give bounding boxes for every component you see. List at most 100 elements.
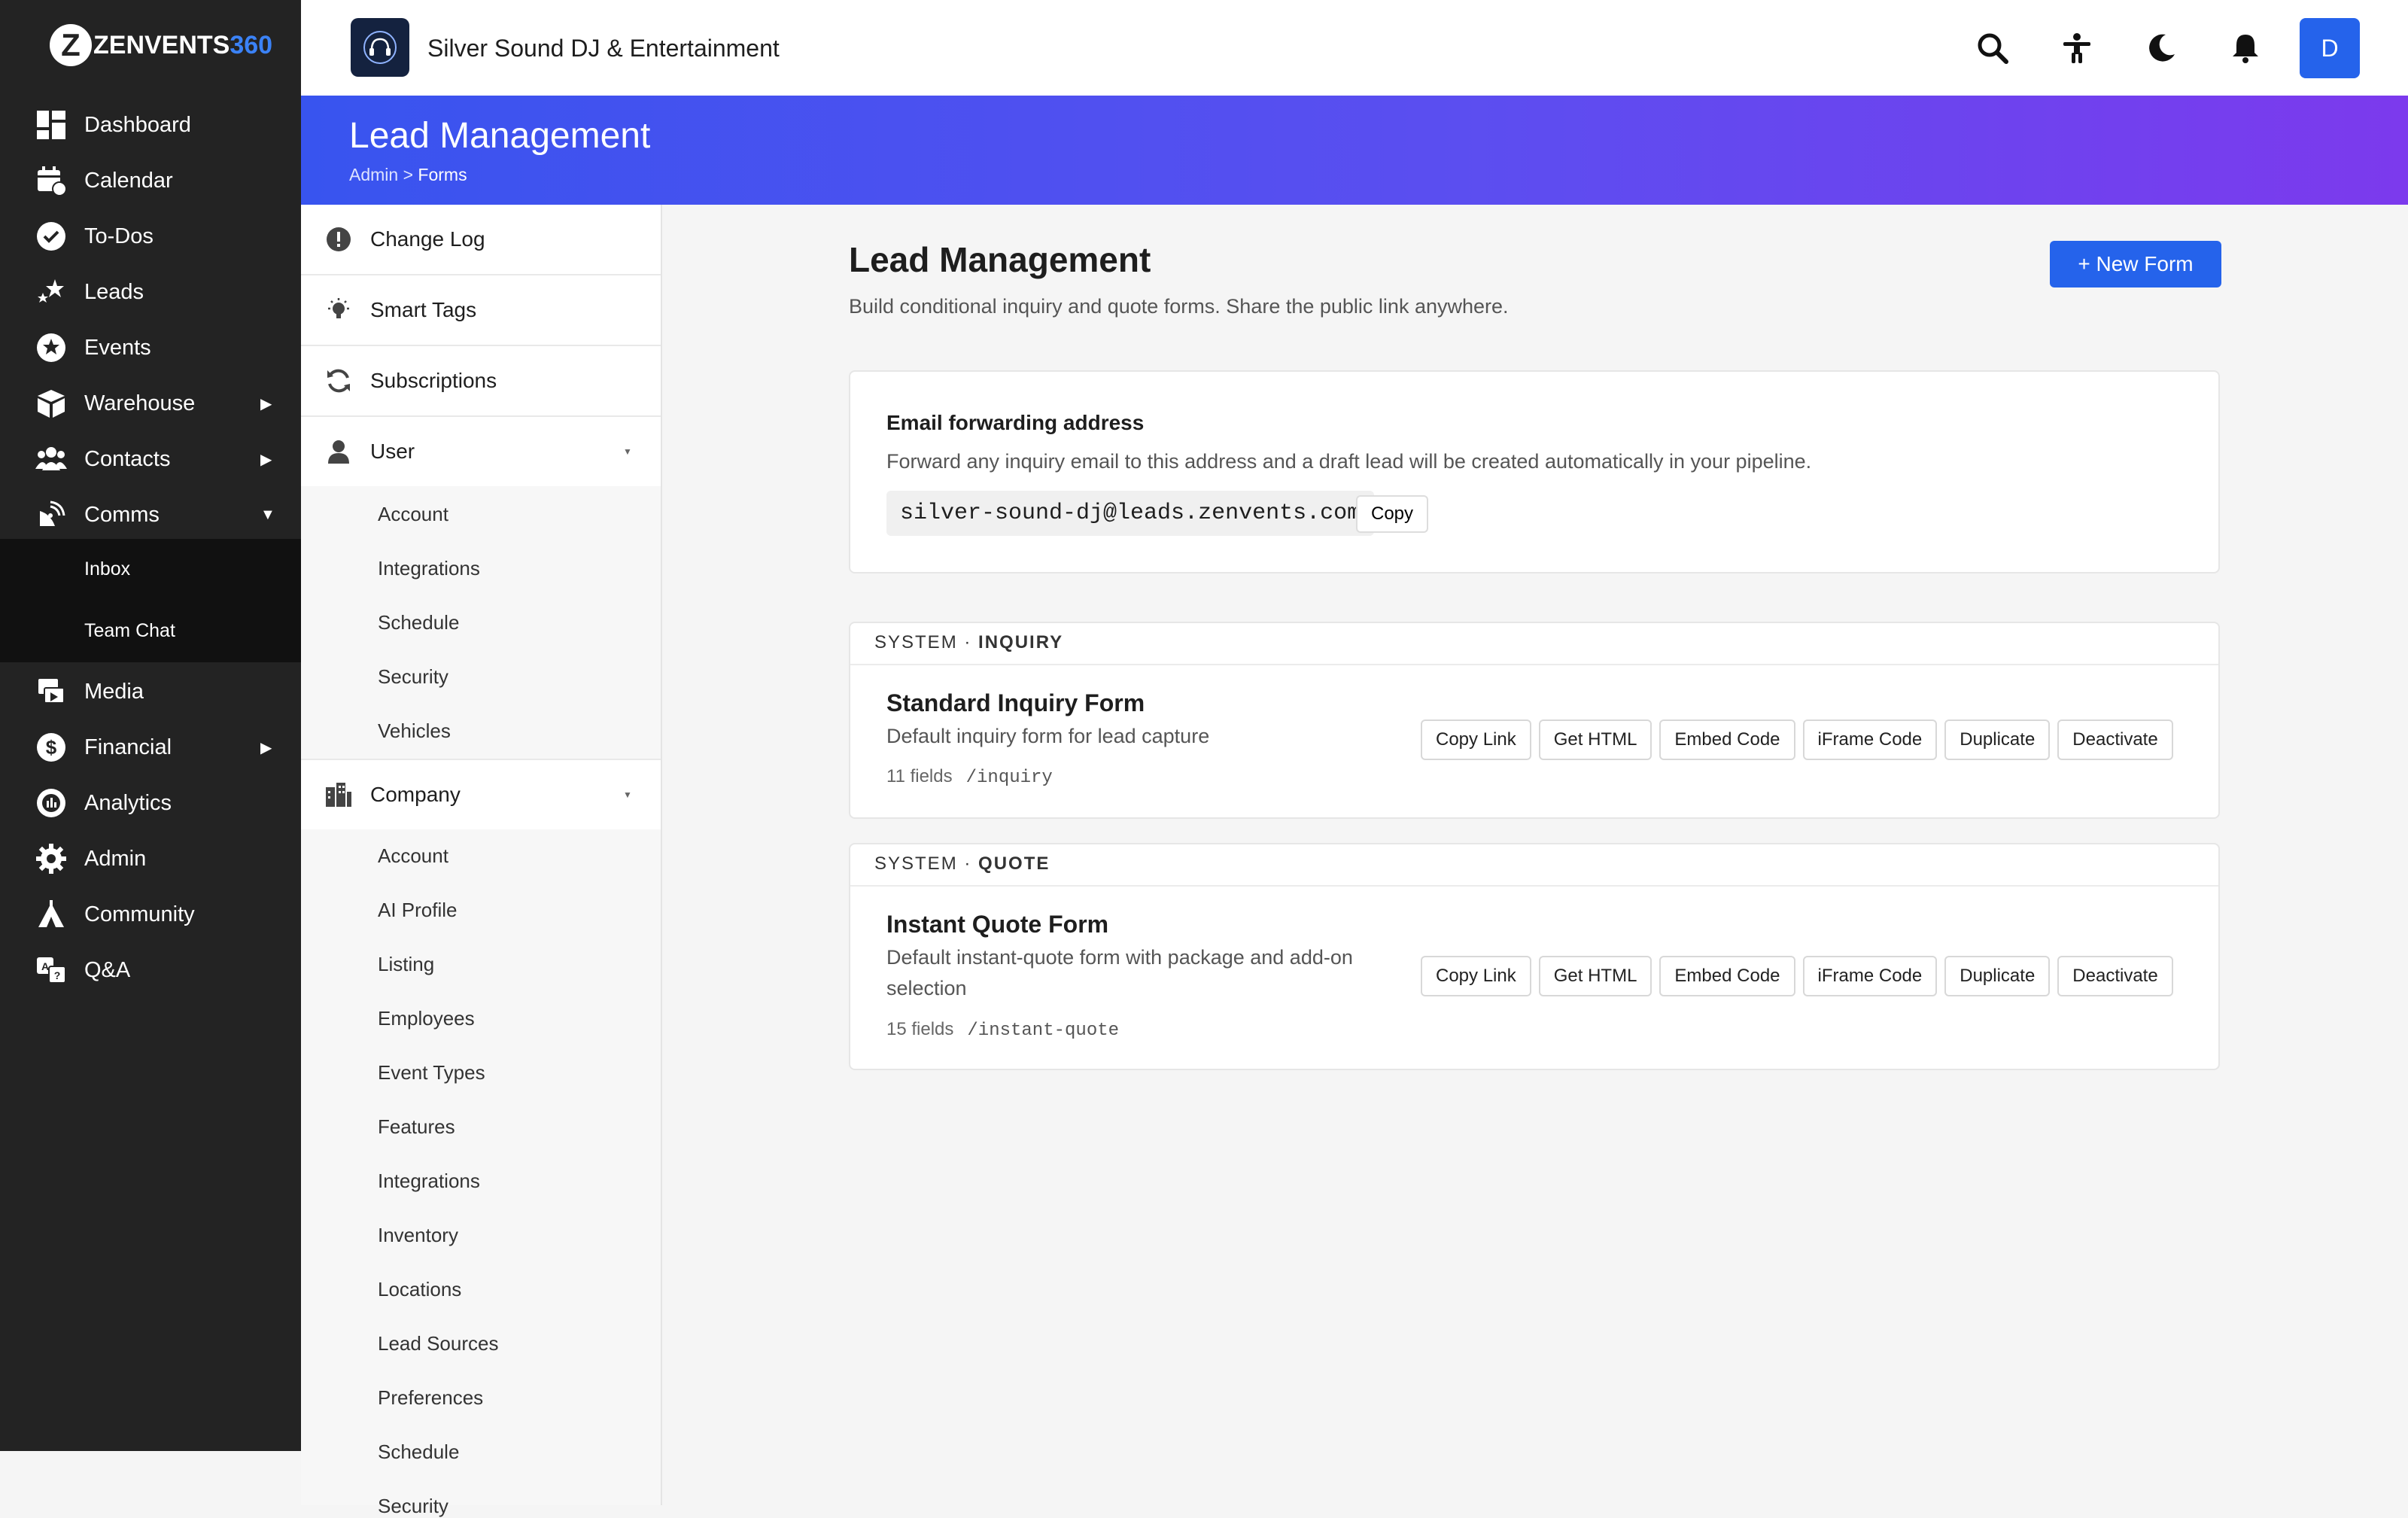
chevron-down-icon: ▼ <box>260 506 275 523</box>
nav-comms[interactable]: Comms ▼ <box>0 487 301 543</box>
deactivate-button[interactable]: Deactivate <box>2057 956 2173 996</box>
embed-code-button[interactable]: Embed Code <box>1659 719 1795 760</box>
star-circle-icon <box>33 330 69 366</box>
card-header: SYSTEM · QUOTE <box>850 844 2218 887</box>
company-schedule[interactable]: Schedule <box>378 1440 459 1464</box>
main-sidebar: Z ZENVENTS360 Dashboard Calendar To-Dos … <box>0 0 301 1451</box>
brand-logo[interactable]: Z ZENVENTS360 <box>50 24 272 66</box>
search-icon[interactable] <box>1970 26 2015 71</box>
nav-admin[interactable]: Admin <box>0 831 301 887</box>
user-integrations[interactable]: Integrations <box>378 557 480 580</box>
get-html-button[interactable]: Get HTML <box>1538 956 1652 996</box>
company-inventory[interactable]: Inventory <box>378 1224 458 1247</box>
lightbulb-icon <box>322 294 355 327</box>
nav-inbox[interactable]: Inbox <box>84 558 130 580</box>
copy-address-button[interactable]: Copy <box>1356 495 1428 533</box>
breadcrumb-separator: > <box>403 165 414 184</box>
chevron-right-icon: ▶ <box>260 451 272 468</box>
company-integrations[interactable]: Integrations <box>378 1170 480 1193</box>
building-icon <box>322 778 355 811</box>
nav-calendar[interactable]: Calendar <box>0 153 301 208</box>
deactivate-button[interactable]: Deactivate <box>2057 719 2173 760</box>
nav-financial[interactable]: $ Financial ▶ <box>0 719 301 775</box>
form-actions: Copy Link Get HTML Embed Code iFrame Cod… <box>1421 956 2173 996</box>
company-name: Silver Sound DJ & Entertainment <box>427 35 780 62</box>
nav-team-chat[interactable]: Team Chat <box>84 620 175 642</box>
chevron-right-icon: ▶ <box>260 739 272 756</box>
nav-label: Media <box>84 679 144 704</box>
avatar[interactable]: D <box>2300 18 2360 78</box>
nav-warehouse[interactable]: Warehouse ▶ <box>0 376 301 431</box>
company-account[interactable]: Account <box>378 844 448 868</box>
field-count: 15 fields <box>886 1019 954 1039</box>
company-locations[interactable]: Locations <box>378 1278 461 1301</box>
nav-events[interactable]: Events <box>0 320 301 376</box>
embed-code-button[interactable]: Embed Code <box>1659 956 1795 996</box>
settings-user[interactable]: User ▼ <box>301 417 661 486</box>
forwarding-address[interactable]: silver-sound-dj@leads.zenvents.com <box>886 491 1375 536</box>
sync-icon <box>322 364 355 397</box>
settings-change-log[interactable]: Change Log <box>301 205 661 275</box>
chevron-down-icon: ▼ <box>623 789 632 800</box>
settings-company[interactable]: Company ▼ <box>301 759 661 829</box>
company-security[interactable]: Security <box>378 1495 448 1518</box>
svg-text:?: ? <box>54 969 61 981</box>
duplicate-button[interactable]: Duplicate <box>1944 719 2051 760</box>
brand-suffix: 360 <box>230 30 273 59</box>
copy-link-button[interactable]: Copy Link <box>1421 719 1531 760</box>
nav-dashboard[interactable]: Dashboard <box>0 97 301 153</box>
user-vehicles[interactable]: Vehicles <box>378 719 451 743</box>
company-logo[interactable] <box>351 18 409 77</box>
company-features[interactable]: Features <box>378 1115 455 1139</box>
company-preferences[interactable]: Preferences <box>378 1386 483 1410</box>
exclamation-circle-icon <box>322 223 355 256</box>
settings-label: User <box>370 440 415 463</box>
comms-submenu <box>0 539 301 662</box>
nav-label: Calendar <box>84 168 173 193</box>
breadcrumb-admin[interactable]: Admin <box>349 165 398 184</box>
nav-todos[interactable]: To-Dos <box>0 208 301 264</box>
nav-leads[interactable]: Leads <box>0 264 301 320</box>
form-title: Standard Inquiry Form <box>886 689 1145 716</box>
duplicate-button[interactable]: Duplicate <box>1944 956 2051 996</box>
get-html-button[interactable]: Get HTML <box>1538 719 1652 760</box>
logo-mark: Z <box>50 24 92 66</box>
nav-qa[interactable]: A? Q&A <box>0 942 301 998</box>
company-employees[interactable]: Employees <box>378 1007 475 1030</box>
iframe-code-button[interactable]: iFrame Code <box>1802 956 1938 996</box>
nav-analytics[interactable]: Analytics <box>0 775 301 831</box>
field-count: 11 fields <box>886 766 953 786</box>
accessibility-icon[interactable] <box>2054 26 2099 71</box>
nav-label: Community <box>84 902 195 926</box>
language-icon: A? <box>33 952 69 988</box>
nav-contacts[interactable]: Contacts ▶ <box>0 431 301 487</box>
brand-name: ZENVENTS <box>93 30 230 59</box>
photo-video-icon <box>33 674 69 710</box>
user-account[interactable]: Account <box>378 503 448 526</box>
nav-community[interactable]: Community <box>0 887 301 942</box>
settings-smart-tags[interactable]: Smart Tags <box>301 275 661 346</box>
page-subtitle: Build conditional inquiry and quote form… <box>849 295 1509 318</box>
nav-media[interactable]: Media <box>0 664 301 719</box>
header-title: Lead Management <box>349 116 651 156</box>
form-actions: Copy Link Get HTML Embed Code iFrame Cod… <box>1421 719 2173 760</box>
user-security[interactable]: Security <box>378 665 448 689</box>
bell-icon[interactable] <box>2223 26 2268 71</box>
nav-label: Contacts <box>84 446 171 471</box>
user-schedule[interactable]: Schedule <box>378 611 459 634</box>
company-lead-sources[interactable]: Lead Sources <box>378 1332 498 1355</box>
settings-subscriptions[interactable]: Subscriptions <box>301 346 661 417</box>
box-icon <box>33 385 69 421</box>
form-meta: 15 fields/instant-quote <box>886 1019 1119 1041</box>
iframe-code-button[interactable]: iFrame Code <box>1802 719 1938 760</box>
moon-icon[interactable] <box>2139 26 2184 71</box>
company-listing[interactable]: Listing <box>378 953 434 976</box>
company-ai-profile[interactable]: AI Profile <box>378 899 458 922</box>
copy-link-button[interactable]: Copy Link <box>1421 956 1531 996</box>
settings-sidebar: Change Log Smart Tags Subscriptions User… <box>301 205 662 1517</box>
form-card: SYSTEM · QUOTE Instant Quote Form Defaul… <box>849 843 2220 1070</box>
chart-pie-icon <box>33 785 69 821</box>
new-form-button[interactable]: + New Form <box>2050 241 2221 287</box>
company-event-types[interactable]: Event Types <box>378 1061 485 1085</box>
settings-label: Smart Tags <box>370 298 477 321</box>
